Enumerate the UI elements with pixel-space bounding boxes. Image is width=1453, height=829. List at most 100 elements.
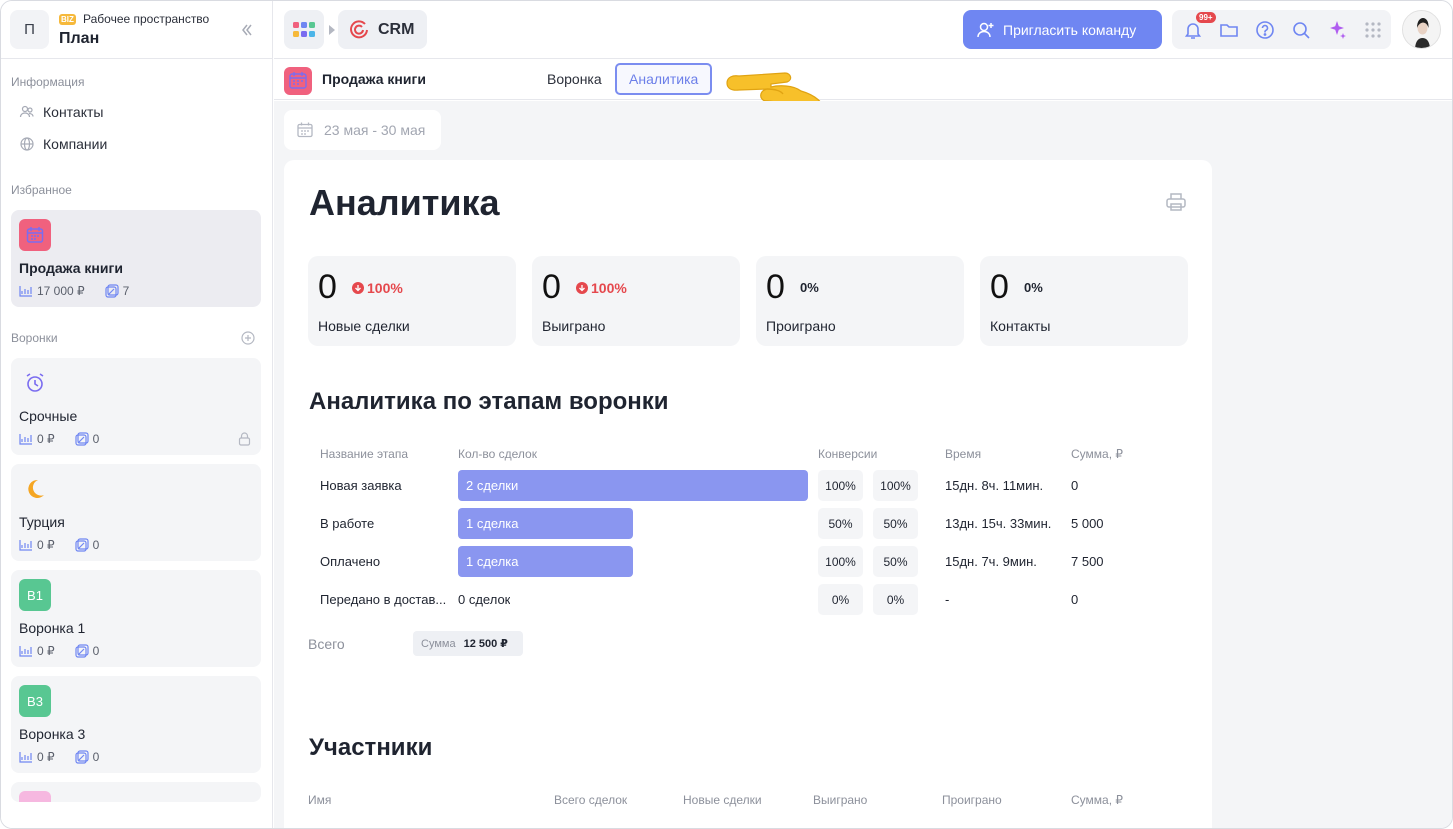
crm-app-button[interactable]: CRM (338, 10, 427, 49)
sidebar-item-companies[interactable]: Компании (19, 136, 107, 152)
section-info-label: Информация (11, 75, 85, 89)
funnel-card-3[interactable]: В3 Воронка 3 0 ₽ 0 (11, 676, 261, 773)
top-bar: CRM Пригласить команду 99+ (274, 1, 1452, 59)
stage-time: 13дн. 15ч. 33мин. (945, 516, 1052, 531)
user-avatar[interactable] (1402, 10, 1441, 49)
stat-delta-value: 100% (591, 280, 627, 296)
stage-conversion-1: 0% (818, 584, 863, 615)
user-portrait-icon (1403, 11, 1440, 48)
funnel-amount: 0 ₽ (37, 538, 55, 552)
favorite-count: 7 (122, 284, 130, 298)
stage-deals-bar[interactable]: 1 сделка (458, 546, 633, 577)
stat-card-contacts: 0 0% Контакты (980, 256, 1188, 346)
funnel-meta: 0 ₽ 0 (19, 750, 99, 764)
add-user-icon (977, 22, 994, 37)
funnel-card-partial[interactable] (11, 782, 261, 802)
stage-name: Передано в достав... (320, 592, 447, 607)
funnel-badge: В1 (19, 579, 51, 611)
funnel-card-urgent[interactable]: Срочные 0 ₽ 0 (11, 358, 261, 455)
collapse-sidebar-icon[interactable] (238, 21, 256, 39)
funnel-card-turkey[interactable]: Турция 0 ₽ 0 (11, 464, 261, 561)
col-header-conversion: Конверсии (818, 447, 878, 461)
stat-delta-value: 100% (367, 280, 403, 296)
col-header-participant-sum: Сумма, ₽ (1071, 793, 1124, 807)
calendar-icon (19, 219, 51, 251)
chart-icon (19, 434, 32, 445)
print-icon[interactable] (1165, 191, 1187, 213)
favorite-meta: 17 000 ₽ 7 (19, 284, 129, 298)
workspace-avatar[interactable]: П (10, 10, 49, 49)
col-header-new: Новые сделки (683, 793, 762, 807)
stat-delta: 100% (352, 280, 403, 296)
folder-icon[interactable] (1219, 20, 1239, 40)
tab-analytics[interactable]: Аналитика (615, 63, 713, 95)
workspace-header[interactable]: П BIZ Рабочее пространство План (1, 1, 272, 59)
app-window: П BIZ Рабочее пространство План Информац… (0, 0, 1453, 829)
col-header-time: Время (945, 447, 982, 461)
funnel-amount: 0 ₽ (37, 644, 55, 658)
date-range-picker[interactable]: 23 мая - 30 мая (284, 110, 441, 150)
sparkles-icon[interactable] (1327, 20, 1347, 40)
stages-section-title: Аналитика по этапам воронки (309, 388, 669, 415)
stat-value: 0 (766, 268, 785, 306)
stage-conversion-2: 0% (873, 584, 918, 615)
funnel-title: Срочные (19, 408, 78, 424)
funnel-count: 0 (92, 538, 100, 552)
chart-icon (19, 540, 32, 551)
stage-conversion-1: 100% (818, 546, 863, 577)
help-icon[interactable] (1255, 20, 1275, 40)
add-funnel-icon[interactable] (241, 331, 255, 345)
tab-funnel[interactable]: Воронка (535, 63, 614, 95)
stage-time: 15дн. 8ч. 11мин. (945, 478, 1044, 493)
col-header-deals: Кол-во сделок (458, 447, 537, 461)
bell-icon[interactable] (1183, 20, 1203, 40)
participants-section-title: Участники (309, 734, 433, 761)
deals-icon (105, 284, 119, 298)
favorite-card-book-sale[interactable]: Продажа книги 17 000 ₽ 7 (11, 210, 261, 307)
deals-icon (75, 432, 89, 446)
funnel-meta: 0 ₽ 0 (19, 538, 99, 552)
sidebar: П BIZ Рабочее пространство План Информац… (1, 1, 273, 828)
stat-delta-value: 0% (1024, 280, 1043, 295)
stage-conversion-1: 100% (818, 470, 863, 501)
stat-card-lost: 0 0% Проиграно (756, 256, 964, 346)
contacts-icon (19, 105, 34, 118)
invite-label: Пригласить команду (1003, 21, 1137, 38)
apps-grid-button[interactable] (284, 10, 324, 49)
invite-team-button[interactable]: Пригласить команду (963, 10, 1162, 49)
stage-deals-bar[interactable]: 2 сделки (458, 470, 808, 501)
toolbar-icons: 99+ (1172, 10, 1391, 49)
section-favorites-label: Избранное (11, 183, 72, 197)
funnel-meta: 0 ₽ 0 (19, 432, 99, 446)
funnel-card-1[interactable]: В1 Воронка 1 0 ₽ 0 (11, 570, 261, 667)
date-range-label: 23 мая - 30 мая (324, 122, 426, 138)
stage-deals-bar[interactable]: 1 сделка (458, 508, 633, 539)
funnel-title: Продажа книги (322, 71, 426, 87)
notification-badge: 99+ (1196, 12, 1216, 23)
calendar-icon (297, 122, 313, 138)
sidebar-item-label: Компании (43, 136, 108, 152)
funnel-title: Воронка 1 (19, 620, 86, 636)
workspace-name[interactable]: План (59, 30, 99, 48)
analytics-panel: Аналитика 0 100% Новые сделки 0 100% Выи… (284, 160, 1212, 828)
section-funnels-label: Воронки (11, 331, 58, 345)
stat-delta: 0% (800, 280, 819, 295)
search-icon[interactable] (1291, 20, 1311, 40)
chart-icon (19, 646, 32, 657)
stage-conversion-2: 100% (873, 470, 918, 501)
more-grid-icon[interactable] (1363, 20, 1383, 40)
stage-conversion-2: 50% (873, 508, 918, 539)
stage-conversion-1: 50% (818, 508, 863, 539)
stage-name: Новая заявка (320, 478, 402, 493)
stat-card-won: 0 100% Выиграно (532, 256, 740, 346)
col-header-total: Всего сделок (554, 793, 628, 807)
crm-logo-icon (350, 19, 368, 38)
stat-delta: 0% (1024, 280, 1043, 295)
stage-name: Оплачено (320, 554, 381, 569)
sidebar-item-contacts[interactable]: Контакты (19, 104, 103, 120)
stage-time: 15дн. 7ч. 9мин. (945, 554, 1037, 569)
alarm-clock-icon (19, 367, 51, 399)
sidebar-item-label: Контакты (43, 104, 104, 120)
col-header-won: Выиграно (813, 793, 868, 807)
funnel-amount: 0 ₽ (37, 432, 55, 446)
